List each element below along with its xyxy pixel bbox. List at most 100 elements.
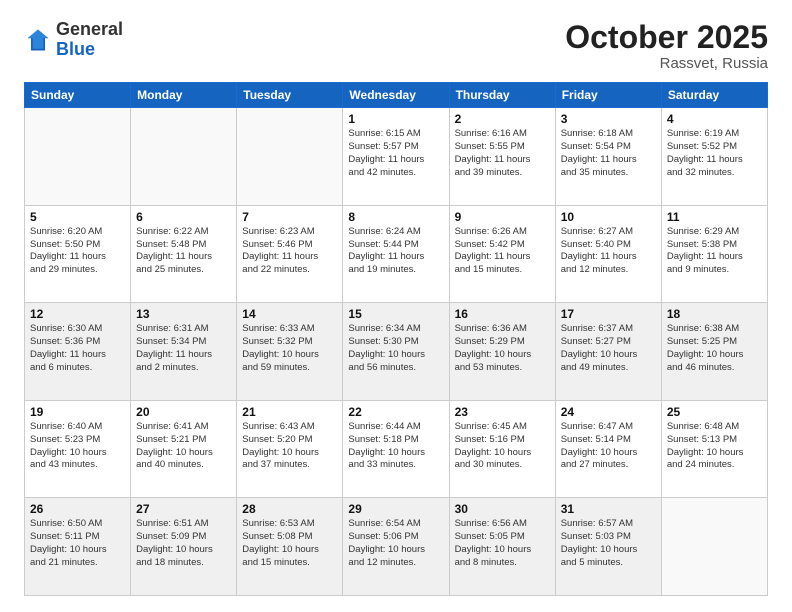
cell-text: Sunrise: 6:51 AM Sunset: 5:09 PM Dayligh… — [136, 518, 231, 569]
calendar-week-row: 12 Sunrise: 6:30 AM Sunset: 5:36 PM Dayli… — [25, 303, 768, 401]
cell-text: Sunrise: 6:31 AM Sunset: 5:34 PM Dayligh… — [136, 323, 231, 374]
day-number: 11 — [667, 210, 762, 224]
cell-text: Sunrise: 6:23 AM Sunset: 5:46 PM Dayligh… — [242, 226, 337, 277]
calendar-cell: 4 Sunrise: 6:19 AM Sunset: 5:52 PM Daylig… — [661, 108, 767, 206]
calendar-cell: 30Sunrise: 6:56 AM Sunset: 5:05 PM Dayli… — [449, 498, 555, 596]
cell-text: Sunrise: 6:50 AM Sunset: 5:11 PM Dayligh… — [30, 518, 125, 569]
calendar-cell: 22 Sunrise: 6:44 AM Sunset: 5:18 PM Dayli… — [343, 400, 449, 498]
day-number: 28 — [242, 502, 337, 516]
cell-text: Sunrise: 6:15 AM Sunset: 5:57 PM Dayligh… — [348, 128, 443, 179]
calendar-cell: 31 Sunrise: 6:57 AM Sunset: 5:03 PM Dayli… — [555, 498, 661, 596]
day-number: 25 — [667, 405, 762, 419]
calendar-week-row: 1 Sunrise: 6:15 AM Sunset: 5:57 PM Daylig… — [25, 108, 768, 206]
calendar-cell: 10Sunrise: 6:27 AM Sunset: 5:40 PM Dayli… — [555, 205, 661, 303]
cell-text: Sunrise: 6:40 AM Sunset: 5:23 PM Dayligh… — [30, 421, 125, 472]
calendar-cell: 11 Sunrise: 6:29 AM Sunset: 5:38 PM Dayli… — [661, 205, 767, 303]
logo-blue: Blue — [56, 39, 95, 59]
day-number: 10 — [561, 210, 656, 224]
day-number: 18 — [667, 307, 762, 321]
logo-icon — [24, 26, 52, 54]
weekday-header-wednesday: Wednesday — [343, 83, 449, 108]
cell-text: Sunrise: 6:56 AM Sunset: 5:05 PM Dayligh… — [455, 518, 550, 569]
day-number: 2 — [455, 112, 550, 126]
calendar-cell: 8Sunrise: 6:24 AM Sunset: 5:44 PM Daylig… — [343, 205, 449, 303]
cell-text: Sunrise: 6:54 AM Sunset: 5:06 PM Dayligh… — [348, 518, 443, 569]
calendar-cell: 24Sunrise: 6:47 AM Sunset: 5:14 PM Dayli… — [555, 400, 661, 498]
cell-text: Sunrise: 6:48 AM Sunset: 5:13 PM Dayligh… — [667, 421, 762, 472]
day-number: 1 — [348, 112, 443, 126]
cell-text: Sunrise: 6:29 AM Sunset: 5:38 PM Dayligh… — [667, 226, 762, 277]
calendar-cell: 5 Sunrise: 6:20 AM Sunset: 5:50 PM Daylig… — [25, 205, 131, 303]
day-number: 9 — [455, 210, 550, 224]
day-number: 12 — [30, 307, 125, 321]
weekday-header-monday: Monday — [131, 83, 237, 108]
calendar-cell: 7 Sunrise: 6:23 AM Sunset: 5:46 PM Daylig… — [237, 205, 343, 303]
day-number: 19 — [30, 405, 125, 419]
cell-text: Sunrise: 6:30 AM Sunset: 5:36 PM Dayligh… — [30, 323, 125, 374]
day-number: 22 — [348, 405, 443, 419]
weekday-header-row: SundayMondayTuesdayWednesdayThursdayFrid… — [25, 83, 768, 108]
calendar-cell: 18 Sunrise: 6:38 AM Sunset: 5:25 PM Dayli… — [661, 303, 767, 401]
day-number: 29 — [348, 502, 443, 516]
day-number: 23 — [455, 405, 550, 419]
calendar-cell: 17Sunrise: 6:37 AM Sunset: 5:27 PM Dayli… — [555, 303, 661, 401]
day-number: 14 — [242, 307, 337, 321]
calendar-cell: 9 Sunrise: 6:26 AM Sunset: 5:42 PM Daylig… — [449, 205, 555, 303]
calendar-cell: 1 Sunrise: 6:15 AM Sunset: 5:57 PM Daylig… — [343, 108, 449, 206]
calendar-cell: 3Sunrise: 6:18 AM Sunset: 5:54 PM Daylig… — [555, 108, 661, 206]
title-block: October 2025 Rassvet, Russia — [565, 20, 768, 72]
cell-text: Sunrise: 6:36 AM Sunset: 5:29 PM Dayligh… — [455, 323, 550, 374]
calendar-cell: 19 Sunrise: 6:40 AM Sunset: 5:23 PM Dayli… — [25, 400, 131, 498]
day-number: 13 — [136, 307, 231, 321]
cell-text: Sunrise: 6:26 AM Sunset: 5:42 PM Dayligh… — [455, 226, 550, 277]
cell-text: Sunrise: 6:24 AM Sunset: 5:44 PM Dayligh… — [348, 226, 443, 277]
weekday-header-friday: Friday — [555, 83, 661, 108]
calendar-cell: 6 Sunrise: 6:22 AM Sunset: 5:48 PM Daylig… — [131, 205, 237, 303]
calendar-cell: 20 Sunrise: 6:41 AM Sunset: 5:21 PM Dayli… — [131, 400, 237, 498]
weekday-header-thursday: Thursday — [449, 83, 555, 108]
day-number: 6 — [136, 210, 231, 224]
calendar-cell: 15Sunrise: 6:34 AM Sunset: 5:30 PM Dayli… — [343, 303, 449, 401]
calendar-cell — [25, 108, 131, 206]
cell-text: Sunrise: 6:45 AM Sunset: 5:16 PM Dayligh… — [455, 421, 550, 472]
calendar-cell: 26Sunrise: 6:50 AM Sunset: 5:11 PM Dayli… — [25, 498, 131, 596]
day-number: 20 — [136, 405, 231, 419]
calendar-cell: 12 Sunrise: 6:30 AM Sunset: 5:36 PM Dayli… — [25, 303, 131, 401]
logo: General Blue — [24, 20, 123, 60]
cell-text: Sunrise: 6:19 AM Sunset: 5:52 PM Dayligh… — [667, 128, 762, 179]
cell-text: Sunrise: 6:38 AM Sunset: 5:25 PM Dayligh… — [667, 323, 762, 374]
day-number: 5 — [30, 210, 125, 224]
weekday-header-sunday: Sunday — [25, 83, 131, 108]
weekday-header-saturday: Saturday — [661, 83, 767, 108]
cell-text: Sunrise: 6:41 AM Sunset: 5:21 PM Dayligh… — [136, 421, 231, 472]
day-number: 17 — [561, 307, 656, 321]
calendar-cell: 2 Sunrise: 6:16 AM Sunset: 5:55 PM Daylig… — [449, 108, 555, 206]
cell-text: Sunrise: 6:20 AM Sunset: 5:50 PM Dayligh… — [30, 226, 125, 277]
cell-text: Sunrise: 6:44 AM Sunset: 5:18 PM Dayligh… — [348, 421, 443, 472]
day-number: 15 — [348, 307, 443, 321]
calendar-table: SundayMondayTuesdayWednesdayThursdayFrid… — [24, 82, 768, 596]
logo-text: General Blue — [56, 20, 123, 60]
day-number: 3 — [561, 112, 656, 126]
cell-text: Sunrise: 6:57 AM Sunset: 5:03 PM Dayligh… — [561, 518, 656, 569]
day-number: 24 — [561, 405, 656, 419]
calendar-cell: 14Sunrise: 6:33 AM Sunset: 5:32 PM Dayli… — [237, 303, 343, 401]
calendar-cell: 27Sunrise: 6:51 AM Sunset: 5:09 PM Dayli… — [131, 498, 237, 596]
day-number: 7 — [242, 210, 337, 224]
day-number: 4 — [667, 112, 762, 126]
calendar-cell: 13 Sunrise: 6:31 AM Sunset: 5:34 PM Dayli… — [131, 303, 237, 401]
day-number: 31 — [561, 502, 656, 516]
calendar-cell: 28Sunrise: 6:53 AM Sunset: 5:08 PM Dayli… — [237, 498, 343, 596]
cell-text: Sunrise: 6:22 AM Sunset: 5:48 PM Dayligh… — [136, 226, 231, 277]
calendar-cell — [237, 108, 343, 206]
calendar-week-row: 19 Sunrise: 6:40 AM Sunset: 5:23 PM Dayli… — [25, 400, 768, 498]
calendar-cell: 21 Sunrise: 6:43 AM Sunset: 5:20 PM Dayli… — [237, 400, 343, 498]
day-number: 21 — [242, 405, 337, 419]
cell-text: Sunrise: 6:16 AM Sunset: 5:55 PM Dayligh… — [455, 128, 550, 179]
calendar-cell: 23 Sunrise: 6:45 AM Sunset: 5:16 PM Dayli… — [449, 400, 555, 498]
calendar-week-row: 5 Sunrise: 6:20 AM Sunset: 5:50 PM Daylig… — [25, 205, 768, 303]
cell-text: Sunrise: 6:43 AM Sunset: 5:20 PM Dayligh… — [242, 421, 337, 472]
calendar-cell — [661, 498, 767, 596]
calendar-cell: 16Sunrise: 6:36 AM Sunset: 5:29 PM Dayli… — [449, 303, 555, 401]
page-header: General Blue October 2025 Rassvet, Russi… — [24, 20, 768, 72]
